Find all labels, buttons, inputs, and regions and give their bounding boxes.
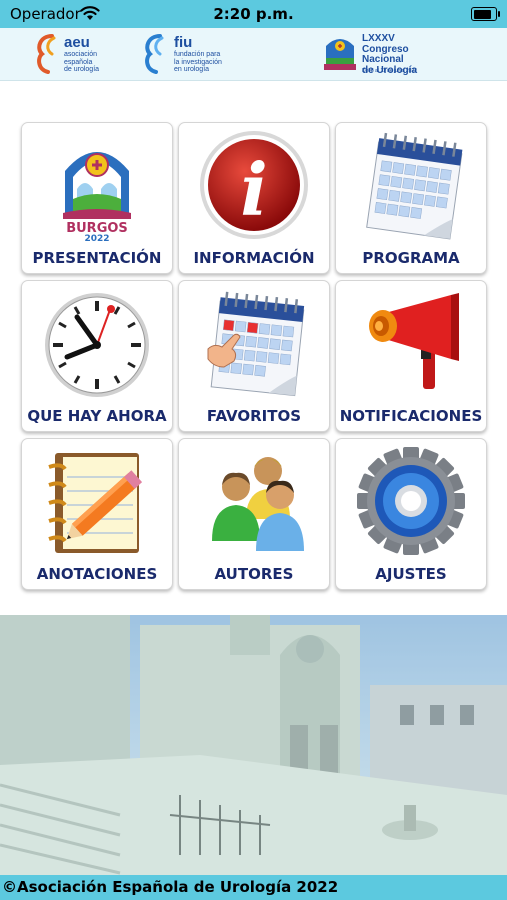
- clock-icon: [45, 293, 149, 397]
- tile-informacion[interactable]: i INFORMACIÓN: [178, 122, 330, 274]
- people-icon: [212, 457, 304, 551]
- kidney-icon: [145, 34, 164, 74]
- notepad-pencil-icon: [48, 453, 143, 553]
- fiu-logo: fiu fundación para la investigación en u…: [142, 34, 252, 74]
- tile-label: PRESENTACIÓN: [32, 249, 162, 267]
- kidney-icon: [37, 34, 56, 74]
- tile-notificaciones[interactable]: NOTIFICACIONES: [335, 280, 487, 432]
- tile-label: ANOTACIONES: [36, 565, 158, 583]
- calendar-favorite-icon: [207, 291, 305, 397]
- tile-ajustes[interactable]: AJUSTES: [335, 438, 487, 590]
- fiu-name: fiu: [174, 34, 193, 51]
- status-bar: Operador 2:20 p.m.: [0, 0, 507, 28]
- copyright-text: ©Asociación Española de Urología 2022: [2, 878, 339, 896]
- header-logos: aeu asociación española de urología fiu …: [0, 28, 507, 81]
- tile-programa[interactable]: PROGRAMA: [335, 122, 487, 274]
- tile-label: PROGRAMA: [362, 249, 460, 267]
- battery-icon: [471, 7, 500, 21]
- tile-label: QUE HAY AHORA: [27, 407, 167, 425]
- status-time: 2:20 p.m.: [213, 5, 294, 23]
- footer: ©Asociación Española de Urología 2022: [0, 875, 507, 900]
- tile-anotaciones[interactable]: ANOTACIONES: [21, 438, 173, 590]
- congreso-logo: LXXXV Congreso Nacional de Urología Del …: [322, 33, 432, 75]
- gear-icon: [357, 447, 465, 555]
- tile-label: AJUSTES: [375, 565, 447, 583]
- aeu-name: aeu: [64, 34, 90, 51]
- aeu-logo: aeu asociación española de urología: [34, 34, 134, 74]
- tile-label: NOTIFICACIONES: [339, 407, 483, 425]
- svg-text:i: i: [240, 147, 267, 232]
- fiu-subtitle: fundación para la investigación en urolo…: [174, 51, 222, 73]
- congreso-dates: Del 8 al 11 de junio 2022: [362, 68, 417, 74]
- burgos-logo-icon: BURGOS 2022: [63, 152, 131, 241]
- megaphone-icon: [369, 293, 459, 389]
- cathedral-icon: [324, 39, 356, 70]
- burgos-photo: [0, 615, 507, 875]
- tile-label: AUTORES: [214, 565, 294, 583]
- tile-favoritos[interactable]: FAVORITOS: [178, 280, 330, 432]
- tile-autores[interactable]: AUTORES: [178, 438, 330, 590]
- calendar-icon: [366, 132, 463, 240]
- tile-presentacion[interactable]: BURGOS 2022 PRESENTACIÓN: [21, 122, 173, 274]
- svg-text:2022: 2022: [84, 234, 109, 241]
- aeu-subtitle: asociación española de urología: [64, 51, 100, 73]
- tile-label: FAVORITOS: [206, 407, 302, 425]
- info-icon: i: [200, 131, 308, 239]
- tile-que-hay-ahora[interactable]: QUE HAY AHORA: [21, 280, 173, 432]
- tile-label: INFORMACIÓN: [193, 249, 315, 267]
